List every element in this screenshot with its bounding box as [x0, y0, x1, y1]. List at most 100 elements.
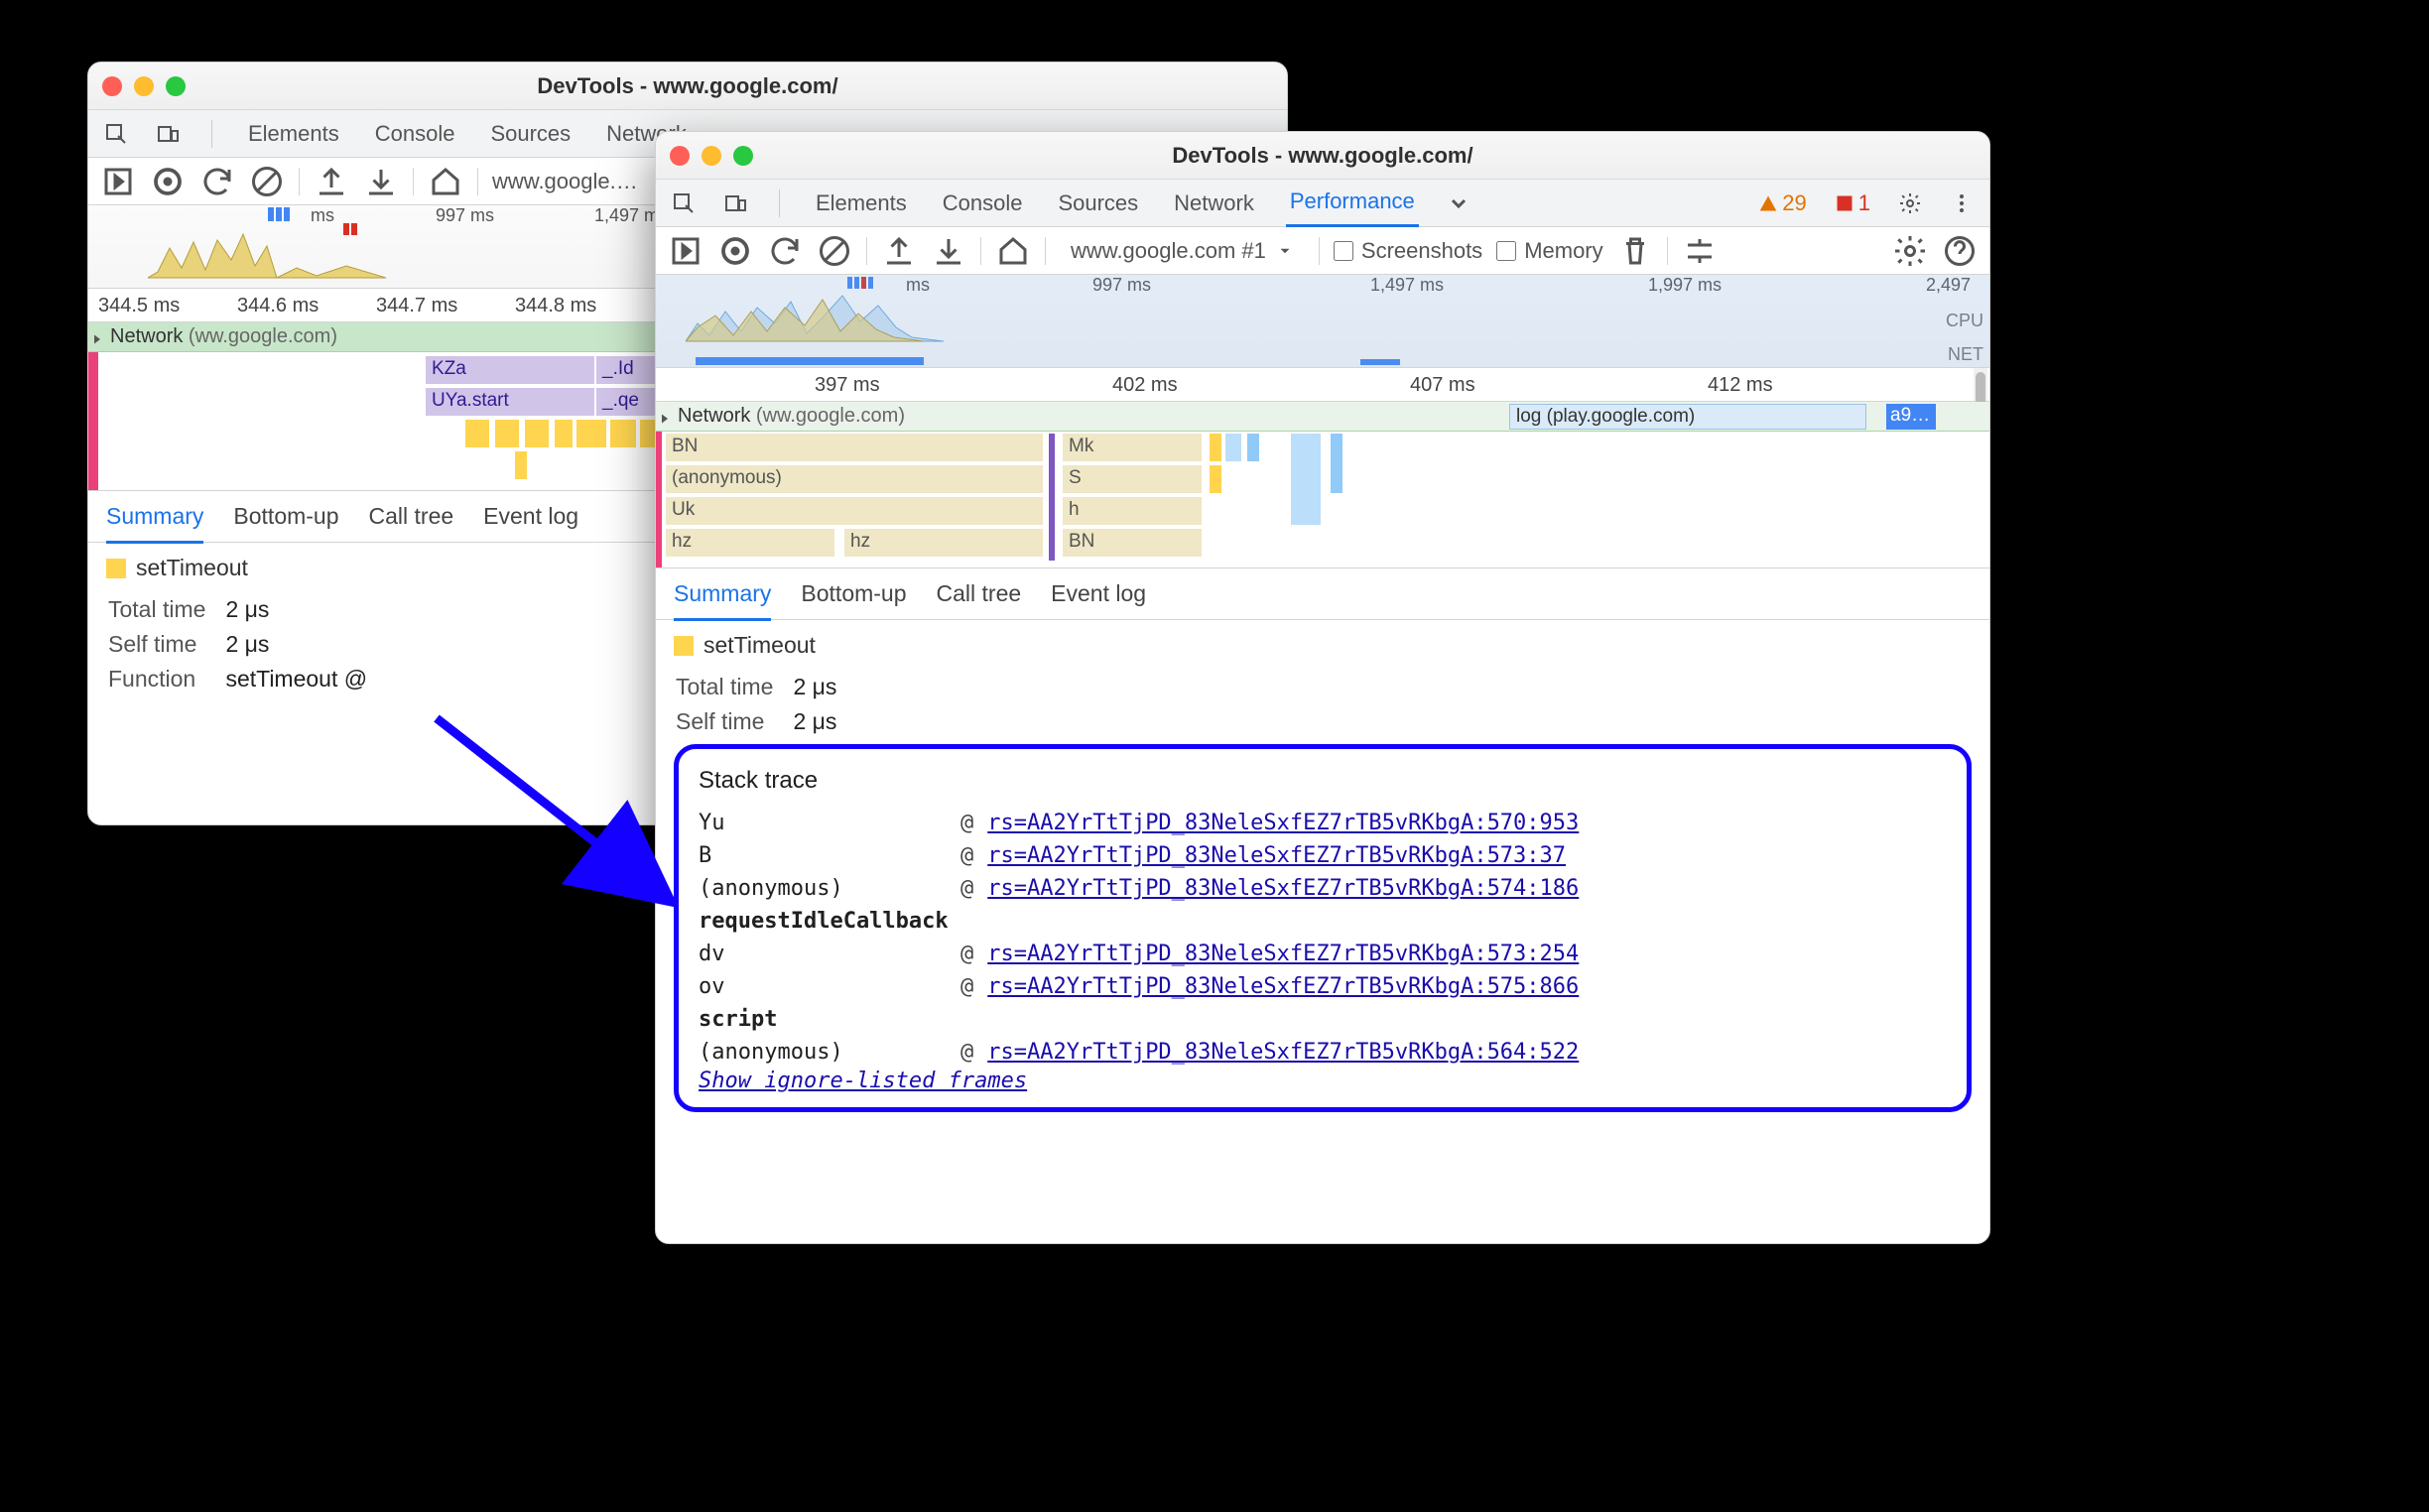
gear-icon[interactable]	[1892, 233, 1928, 269]
flame-item[interactable]: h	[1063, 497, 1202, 525]
more-tabs-icon[interactable]	[1447, 191, 1470, 215]
clear-icon[interactable]	[817, 233, 852, 269]
tab-eventlog[interactable]: Event log	[483, 503, 578, 530]
recording-selector[interactable]: www.google.com #1	[1060, 233, 1305, 269]
device-icon[interactable]	[723, 191, 747, 215]
record-icon[interactable]	[150, 164, 186, 199]
tab-sources[interactable]: Sources	[486, 111, 575, 157]
stack-link[interactable]: rs=AA2YrTtTjPD_83NeleSxfEZ7rTB5vRKbgA:57…	[987, 811, 1579, 835]
flame-task[interactable]	[1210, 434, 1221, 461]
overview-markers	[342, 223, 358, 235]
flame-item[interactable]: KZa	[426, 356, 594, 384]
caret-right-icon[interactable]	[88, 330, 106, 348]
flame-task[interactable]	[525, 420, 549, 447]
home-icon[interactable]	[428, 164, 463, 199]
flame-task[interactable]	[1225, 434, 1241, 461]
tab-performance[interactable]: Performance	[1286, 179, 1419, 227]
flame-chart[interactable]: BN (anonymous) Uk hz hz Mk S h BN	[656, 432, 1989, 568]
traffic-lights[interactable]	[670, 146, 753, 166]
summary-panel: setTimeout Total time2 μs Self time2 μs …	[656, 620, 1989, 1124]
flame-task[interactable]	[576, 420, 606, 447]
stack-link[interactable]: rs=AA2YrTtTjPD_83NeleSxfEZ7rTB5vRKbgA:56…	[987, 1040, 1579, 1065]
tab-summary[interactable]: Summary	[106, 489, 203, 544]
toggle-pane-icon[interactable]	[100, 164, 136, 199]
kebab-icon[interactable]	[1950, 191, 1974, 215]
tab-network[interactable]: Network	[1170, 181, 1258, 226]
tab-bottomup[interactable]: Bottom-up	[801, 580, 906, 607]
flame-task[interactable]	[555, 420, 573, 447]
errors-badge[interactable]: 1	[1835, 190, 1870, 216]
at-sign: @	[960, 942, 973, 966]
flame-item[interactable]: BN	[666, 434, 1043, 461]
flame-task[interactable]	[1291, 434, 1321, 525]
tab-console[interactable]: Console	[939, 181, 1027, 226]
stack-link[interactable]: rs=AA2YrTtTjPD_83NeleSxfEZ7rTB5vRKbgA:57…	[987, 942, 1579, 966]
flame-task[interactable]	[610, 420, 636, 447]
caret-right-icon[interactable]	[656, 410, 674, 428]
flame-item[interactable]: hz	[844, 529, 1043, 557]
tab-elements[interactable]: Elements	[812, 181, 911, 226]
flame-item[interactable]: UYa.start	[426, 388, 594, 416]
row-value: 2 μs	[225, 593, 385, 626]
toggle-pane-icon[interactable]	[668, 233, 703, 269]
flame-item[interactable]: BN	[1063, 529, 1202, 557]
download-icon[interactable]	[931, 233, 966, 269]
flame-item[interactable]: Uk	[666, 497, 1043, 525]
tab-summary[interactable]: Summary	[674, 567, 771, 621]
tab-calltree[interactable]: Call tree	[937, 580, 1022, 607]
tab-bottomup[interactable]: Bottom-up	[233, 503, 338, 530]
clear-icon[interactable]	[249, 164, 285, 199]
tab-console[interactable]: Console	[371, 111, 459, 157]
gc-icon[interactable]	[1617, 233, 1653, 269]
network-request[interactable]: a9…	[1886, 404, 1936, 430]
flame-item[interactable]: Mk	[1063, 434, 1202, 461]
tab-eventlog[interactable]: Event log	[1051, 580, 1146, 607]
warnings-badge[interactable]: 29	[1758, 190, 1806, 216]
overview-selection[interactable]	[656, 275, 1989, 367]
upload-icon[interactable]	[881, 233, 917, 269]
reload-icon[interactable]	[199, 164, 235, 199]
tab-calltree[interactable]: Call tree	[369, 503, 454, 530]
show-ignore-listed-link[interactable]: Show ignore-listed frames	[699, 1069, 1027, 1093]
stack-link[interactable]: rs=AA2YrTtTjPD_83NeleSxfEZ7rTB5vRKbgA:57…	[987, 843, 1566, 868]
flame-task[interactable]	[1210, 465, 1221, 493]
network-track[interactable]: Network (ww.google.com) log (play.google…	[656, 402, 1989, 432]
maximize-icon[interactable]	[733, 146, 753, 166]
tab-elements[interactable]: Elements	[244, 111, 343, 157]
flame-task[interactable]	[515, 451, 527, 479]
flame-task[interactable]	[1247, 434, 1259, 461]
memory-checkbox[interactable]: Memory	[1496, 238, 1602, 264]
record-icon[interactable]	[717, 233, 753, 269]
stack-fn: ov	[699, 974, 947, 999]
inspect-icon[interactable]	[672, 191, 696, 215]
shortcuts-icon[interactable]	[1682, 233, 1718, 269]
timeline-overview[interactable]: ms 997 ms 1,497 ms 1,997 ms 2,497 CPU NE…	[656, 275, 1989, 368]
home-icon[interactable]	[995, 233, 1031, 269]
flame-item[interactable]: (anonymous)	[666, 465, 1043, 493]
flame-task[interactable]	[465, 420, 489, 447]
minimize-icon[interactable]	[134, 76, 154, 96]
tab-sources[interactable]: Sources	[1054, 181, 1142, 226]
stack-link[interactable]: rs=AA2YrTtTjPD_83NeleSxfEZ7rTB5vRKbgA:57…	[987, 974, 1579, 999]
gear-icon[interactable]	[1898, 191, 1922, 215]
close-icon[interactable]	[670, 146, 690, 166]
flame-task[interactable]	[1331, 434, 1342, 493]
traffic-lights[interactable]	[102, 76, 186, 96]
close-icon[interactable]	[102, 76, 122, 96]
flame-item[interactable]: hz	[666, 529, 834, 557]
network-request[interactable]: log (play.google.com)	[1509, 404, 1866, 430]
time-ruler[interactable]: 397 ms 402 ms 407 ms 412 ms	[656, 368, 1989, 402]
flame-task[interactable]	[495, 420, 519, 447]
reload-icon[interactable]	[767, 233, 803, 269]
flame-item[interactable]: S	[1063, 465, 1202, 493]
device-icon[interactable]	[156, 122, 180, 146]
minimize-icon[interactable]	[702, 146, 721, 166]
maximize-icon[interactable]	[166, 76, 186, 96]
upload-icon[interactable]	[314, 164, 349, 199]
inspect-icon[interactable]	[104, 122, 128, 146]
scrollbar[interactable]	[1974, 368, 1987, 401]
download-icon[interactable]	[363, 164, 399, 199]
stack-link[interactable]: rs=AA2YrTtTjPD_83NeleSxfEZ7rTB5vRKbgA:57…	[987, 876, 1579, 901]
screenshots-checkbox[interactable]: Screenshots	[1334, 238, 1482, 264]
help-icon[interactable]	[1942, 233, 1978, 269]
